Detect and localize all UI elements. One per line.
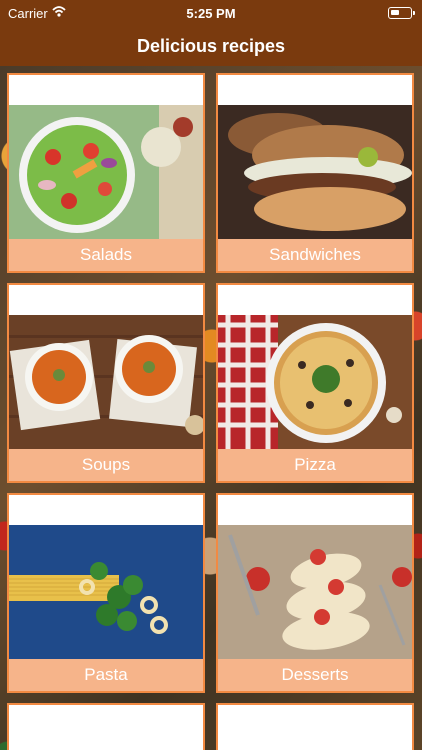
category-card-soups[interactable]: Soups (7, 283, 205, 483)
nav-bar: Delicious recipes (0, 26, 422, 66)
battery-icon (388, 7, 415, 19)
category-card-pasta[interactable]: Pasta (7, 493, 205, 693)
category-card-partial[interactable] (216, 703, 414, 750)
salads-photo (9, 105, 203, 239)
category-card-pizza[interactable]: Pizza (216, 283, 414, 483)
category-card-sandwiches[interactable]: Sandwiches (216, 73, 414, 273)
pizza-photo (218, 315, 412, 449)
sandwiches-photo (218, 105, 412, 239)
category-label: Salads (9, 239, 203, 271)
category-card-partial[interactable] (7, 703, 205, 750)
status-bar: Carrier 5:25 PM (0, 0, 422, 26)
category-label: Sandwiches (218, 239, 412, 271)
category-label: Pizza (218, 449, 412, 481)
desserts-photo (218, 525, 412, 659)
status-time: 5:25 PM (186, 6, 236, 21)
category-label: Pasta (9, 659, 203, 691)
pasta-photo (9, 525, 203, 659)
page-title: Delicious recipes (136, 36, 286, 56)
category-label: Desserts (218, 659, 412, 691)
category-card-salads[interactable]: Salads (7, 73, 205, 273)
category-label: Soups (9, 449, 203, 481)
category-card-desserts[interactable]: Desserts (216, 493, 414, 693)
soups-photo (9, 315, 203, 449)
